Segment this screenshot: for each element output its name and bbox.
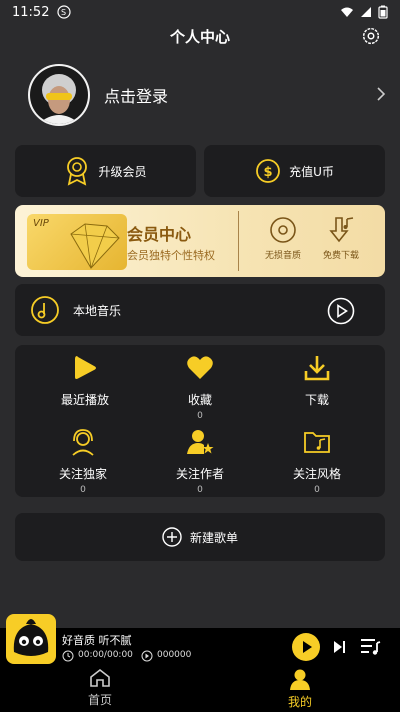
mini-player[interactable]: 好音质 听不腻 00:00/00:00 000000 [0,628,400,666]
new-playlist-label: 新建歌单 [189,530,238,545]
play-button[interactable] [292,633,320,661]
local-music-row[interactable]: 本地音乐 [15,284,385,336]
notification-icon: S [57,5,72,19]
follow-style-count: 0 [314,485,320,495]
download-music-icon [329,217,354,243]
follow-author-item[interactable]: 关注作者 0 [150,427,250,495]
vip-subtitle: 会员独特个性特权 [127,249,215,262]
chevron-right-icon [377,87,386,101]
page-title: 个人中心 [169,27,230,46]
medal-icon [67,157,88,186]
clock-icon [62,650,74,662]
vip-center-card[interactable]: VIP 会员中心 会员独特个性特权 无损音质 免费下载 [15,205,385,277]
local-music-label: 本地音乐 [73,303,122,318]
free-download-label: 免费下载 [322,251,359,261]
song-title: 好音质 听不腻 [62,634,132,647]
app-logo [13,619,49,656]
follow-exclusive-item[interactable]: 关注独家 0 [33,427,133,495]
lossless-quality-label: 无损音质 [264,251,301,261]
upgrade-vip-label: 升级会员 [98,164,147,179]
plays-count-icon [141,650,153,662]
music-disc-icon [31,296,59,324]
tab-mine[interactable]: 我的 [270,668,330,710]
free-download-feature[interactable]: 免费下载 [316,215,366,261]
avatar-image [30,66,88,124]
signal-icon [361,7,371,17]
diamond-icon [70,223,120,269]
divider [238,211,239,271]
heart-icon [187,356,213,379]
play-icon [75,356,96,379]
favorites-label: 收藏 [187,393,212,407]
membership-buttons: 升级会员 $ 充值U币 [15,145,385,197]
clock: 11:52 [12,4,50,20]
disc-icon [270,217,296,243]
play-icon [303,641,312,653]
downloads-item[interactable]: 下载 [267,353,367,408]
song-time: 00:00/00:00 [78,650,133,660]
user-star-icon [187,430,214,454]
plus-circle-icon [162,527,182,547]
download-icon [304,356,330,381]
music-folder-icon [304,432,330,453]
favorites-item[interactable]: 收藏 0 [150,353,250,421]
downloads-label: 下载 [304,393,329,407]
next-track-icon[interactable] [331,639,347,655]
tab-mine-label: 我的 [287,695,312,709]
recharge-label: 充值U币 [289,164,334,179]
battery-icon [378,5,388,19]
home-icon [90,668,110,687]
vip-title: 会员中心 [127,225,192,244]
vip-tag: VIP [33,218,49,229]
gear-icon[interactable] [360,25,382,47]
header: 个人中心 [0,22,400,50]
library-grid: 最近播放 收藏 0 下载 关注独家 0 关注作者 0 关注风格 0 [15,345,385,497]
wifi-icon [341,7,353,17]
login-link[interactable]: 点击登录 [104,83,168,107]
user-icon [290,669,310,690]
follow-style-label: 关注风格 [292,467,341,481]
follow-author-label: 关注作者 [175,467,224,481]
follow-author-count: 0 [197,485,203,495]
vip-card-image: VIP [27,214,127,270]
follow-style-item[interactable]: 关注风格 0 [267,427,367,495]
dollar-coin-icon: $ [256,159,280,183]
lossless-quality-feature[interactable]: 无损音质 [258,215,308,261]
song-play-count: 000000 [157,650,192,660]
album-cover[interactable] [6,614,56,664]
follow-exclusive-label: 关注独家 [58,467,107,481]
play-circle-icon[interactable] [327,297,355,325]
bottom-nav: 首页 我的 [0,666,400,712]
tab-home[interactable]: 首页 [70,668,130,708]
recharge-button[interactable]: $ 充值U币 [204,145,385,197]
recent-plays-item[interactable]: 最近播放 [35,353,135,408]
new-playlist-button[interactable]: 新建歌单 [15,513,385,561]
status-bar: 11:52 S [0,0,400,24]
svg-text:$: $ [264,165,273,180]
upgrade-vip-button[interactable]: 升级会员 [15,145,196,197]
tab-home-label: 首页 [87,693,112,707]
headset-user-icon [72,429,94,456]
profile-login-row[interactable]: 点击登录 [28,62,390,128]
avatar[interactable] [28,64,90,126]
recent-plays-label: 最近播放 [60,393,109,407]
follow-exclusive-count: 0 [80,485,86,495]
favorites-count: 0 [197,411,203,421]
playlist-icon[interactable] [359,637,381,657]
svg-text:S: S [61,8,66,17]
